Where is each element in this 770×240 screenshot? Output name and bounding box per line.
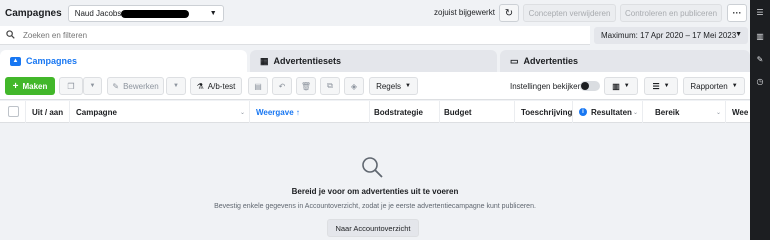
duplicate-icon: ❐ [67,81,75,91]
page-title: Campagnes [5,7,62,19]
column-campaign[interactable]: Campagne ⌄ [70,101,250,123]
column-budget[interactable]: Budget [440,101,515,123]
more-options-button[interactable]: ··· [727,4,747,22]
trash-icon: 🗑 [300,81,312,91]
tag-button[interactable]: ◈ [344,77,364,95]
column-label: Resultaten [591,107,632,117]
date-range-label: Maximum: 17 Apr 2020 – 17 Mei 2023 [601,31,737,40]
level-tabs: ▲ Campagnes ▦ Advertentiesets ▭ Adverten… [0,50,750,72]
account-overview-button[interactable]: Naar Accountoverzicht [327,219,419,237]
grid-icon: ▦ [260,55,269,66]
reports-label: Rapporten [690,81,728,91]
columns-icon: ▥ [612,81,620,91]
empty-state: Bereid je voor om advertenties uit te vo… [0,123,750,240]
top-bar: Campagnes Naud Jacobs ▼ zojuist bijgewer… [0,0,750,26]
ab-test-label: A/b-test [207,81,236,91]
tag-icon: ◈ [350,81,358,91]
undo-button[interactable]: ↶ [272,77,292,95]
account-selector[interactable]: Naud Jacobs ▼ [67,4,224,22]
preview-button[interactable]: ⧉ [320,77,340,95]
refresh-button[interactable]: ↻ [499,4,519,22]
column-attribution[interactable]: Toeschrijvingsi [515,101,573,123]
empty-state-title: Bereid je voor om advertenties uit te vo… [291,187,459,196]
create-button[interactable]: + Maken [5,77,55,95]
chevron-down-icon: ▼ [209,9,217,17]
view-settings-label: Instellingen bekijken [510,82,583,91]
tab-label: Campagnes [26,56,78,66]
select-all-checkbox[interactable] [8,106,19,117]
search-icon [362,157,383,178]
tab-campaigns[interactable]: ▲ Campagnes [0,50,247,72]
columns-button[interactable]: ▥ ▼ [604,77,638,95]
column-toggle[interactable]: Uit / aan [26,101,70,123]
flask-icon: ⚗ [196,81,204,91]
chevron-down-icon: ▼ [89,83,96,89]
tab-label: Advertenties [523,56,579,66]
clock-icon[interactable]: ◷ [750,77,770,86]
empty-state-subtitle: Bevestig enkele gegevens in Accountoverz… [214,203,536,210]
refresh-icon: ↻ [504,7,514,19]
column-results[interactable]: i Resultaten ⌄ [573,101,643,123]
reports-button[interactable]: Rapporten ▼ [683,77,745,95]
ad-icon: ▭ [510,55,519,66]
chevron-down-icon: ▼ [173,83,179,89]
rules-button[interactable]: Regels ▼ [369,77,418,95]
archive-icon: ▤ [254,81,262,91]
chevron-down-icon: ⌄ [239,109,245,116]
duplicate-button[interactable]: ❐ [59,77,83,95]
search-icon [6,29,15,41]
create-label: Maken [22,81,48,91]
breakdown-button[interactable]: ☰ ▼ [644,77,678,95]
column-bid-strategy[interactable]: Bodstrategie [370,101,440,123]
ab-test-button[interactable]: ⚗ A/b-test [190,77,242,95]
campaign-toolbar: + Maken ❐ ▼ ✎ Bewerken ▼ ⚗ A/b-test ▤ ↶ … [0,72,750,100]
toggle-knob [581,82,589,90]
rules-label: Regels [376,81,401,91]
account-name: Naud Jacobs [74,8,122,18]
undo-icon: ↶ [278,81,286,91]
edit-button[interactable]: ✎ Bewerken [107,77,164,95]
archive-button[interactable]: ▤ [248,77,268,95]
view-settings-toggle[interactable] [580,81,600,91]
breakdown-icon: ☰ [652,81,660,91]
chevron-down-icon: ▼ [735,31,742,38]
chart-icon[interactable]: ▥ [750,32,770,41]
review-publish-button[interactable]: Controleren en publiceren [620,4,722,22]
chevron-down-icon: ⌄ [632,109,638,116]
search-input[interactable] [23,30,423,40]
plus-icon: + [12,80,19,92]
table-header: Uit / aan Campagne ⌄ Weergave ↑ Bodstrat… [0,101,750,123]
column-impressions[interactable]: Wee [726,101,750,123]
tab-label: Advertentiesets [273,56,342,66]
tab-adsets[interactable]: ▦ Advertentiesets [250,50,497,72]
redaction-mark [120,9,189,18]
preview-icon: ⧉ [327,81,333,90]
saved-status: zojuist bijgewerkt [434,8,495,17]
edit-dropdown-button[interactable]: ▼ [166,77,186,95]
column-reach[interactable]: Bereik ⌄ [643,101,726,123]
column-label: Bereik [655,107,680,117]
info-icon: i [579,108,587,116]
date-range-picker[interactable]: Maximum: 17 Apr 2020 – 17 Mei 2023 ▼ [594,27,748,44]
tab-ads[interactable]: ▭ Advertenties [500,50,750,72]
chevron-down-icon: ▼ [404,83,411,89]
search-bar [0,26,590,45]
menu-icon[interactable]: ☰ [750,8,770,17]
delete-button[interactable]: 🗑 [296,77,316,95]
right-sidebar: ☰ ▥ ✎ ◷ [750,0,770,240]
edit-label: Bewerken [123,81,159,91]
chevron-down-icon: ▼ [663,83,670,89]
column-label: Campagne [76,107,117,117]
column-delivery[interactable]: Weergave ↑ [250,101,370,123]
discard-drafts-button[interactable]: Concepten verwijderen [523,4,616,22]
chevron-down-icon: ▼ [623,83,630,89]
select-all-cell [0,101,26,123]
duplicate-dropdown-button[interactable]: ▼ [83,77,102,95]
folder-icon: ▲ [10,56,21,66]
chevron-down-icon: ▼ [731,83,738,89]
pencil-icon: ✎ [112,81,120,91]
pencil-icon[interactable]: ✎ [750,55,770,64]
chevron-down-icon: ⌄ [715,109,721,116]
